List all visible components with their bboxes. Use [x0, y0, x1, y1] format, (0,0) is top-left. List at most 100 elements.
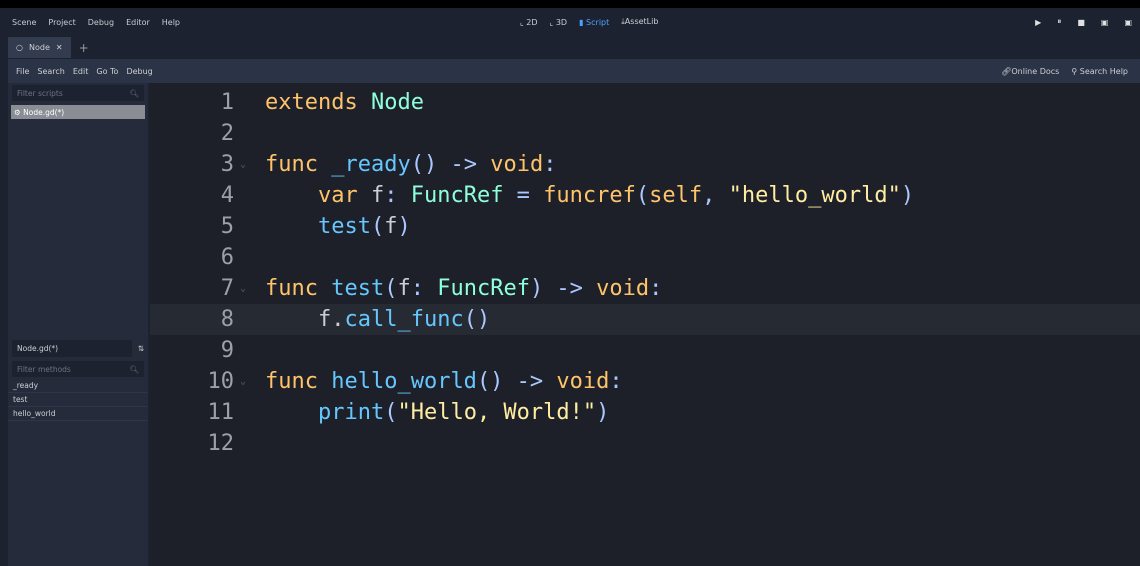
token: func	[265, 152, 332, 177]
workspace-script[interactable]: ▮ Script	[579, 18, 609, 27]
code-line[interactable]: 9	[150, 335, 1140, 366]
line-number: 4	[220, 183, 234, 208]
script-menu-file[interactable]: File	[16, 67, 29, 76]
menu-debug[interactable]: Debug	[88, 18, 114, 27]
token: )	[900, 183, 915, 208]
play-icon[interactable]: ▶	[1035, 18, 1041, 27]
play-scene-icon[interactable]: ▣	[1101, 18, 1109, 27]
token: var	[317, 183, 371, 208]
token: (	[370, 214, 385, 239]
code-editor[interactable]: 1 extends Node 2 3 ⌄ func _ready() -> void: 4 …	[150, 83, 1140, 566]
label: Node.gd(*)	[23, 107, 65, 117]
token: void	[556, 369, 610, 394]
token: )	[397, 214, 411, 239]
filter-methods-input[interactable]: Filter methods 🔍︎	[12, 361, 144, 377]
token: call_func	[344, 307, 464, 332]
token: f.	[265, 307, 345, 332]
code-line[interactable]: 11 print("Hello, World!")	[150, 397, 1140, 428]
code-line[interactable]: 5 test(f)	[150, 211, 1140, 242]
method-item[interactable]: test	[8, 393, 148, 407]
code-line[interactable]: 8 f.call_func()	[150, 304, 1140, 335]
code-line[interactable]: 2	[150, 118, 1140, 149]
script-menu-search[interactable]: Search	[37, 67, 64, 76]
code-line[interactable]: 12	[150, 428, 1140, 459]
token: ,	[702, 183, 729, 208]
menu-scene[interactable]: Scene	[12, 18, 36, 27]
pause-icon[interactable]: ⏸	[1057, 17, 1061, 27]
code-line[interactable]: 1 extends Node	[150, 87, 1140, 118]
line-number: 8	[220, 307, 234, 332]
code-text: func hello_world() -> void:	[265, 369, 623, 394]
online-docs-button[interactable]: 🔗︎Online Docs	[1001, 67, 1059, 76]
token: f	[384, 214, 398, 239]
token: test	[331, 276, 385, 301]
line-number: 1	[220, 90, 234, 115]
2d-icon: ⌞	[520, 17, 524, 27]
script-list-item[interactable]: ⚙ Node.gd(*)	[11, 105, 145, 119]
line-number: 3	[220, 152, 234, 177]
label: AssetLib	[624, 17, 659, 26]
token: "Hello, World!"	[397, 400, 597, 425]
token: func	[265, 276, 332, 301]
scene-tab-node[interactable]: ○ Node ✕	[8, 37, 71, 58]
code-text: var f: FuncRef = funcref(self, "hello_wo…	[265, 183, 914, 208]
search-help-button[interactable]: ⚲ Search Help	[1071, 67, 1128, 76]
label: Online Docs	[1011, 66, 1060, 76]
token: test	[317, 214, 371, 239]
token: )	[596, 400, 610, 425]
add-tab-icon[interactable]: +	[79, 41, 89, 55]
fold-icon[interactable]: ⌄	[234, 376, 265, 387]
token: ) ->	[529, 276, 597, 301]
code-line[interactable]: 3 ⌄ func _ready() -> void:	[150, 149, 1140, 180]
sort-icon[interactable]: ⇅	[138, 344, 144, 353]
token: ()	[463, 307, 491, 332]
close-icon[interactable]: ✕	[56, 43, 63, 52]
play-custom-scene-icon[interactable]: ▣	[1124, 18, 1132, 27]
token: extends	[265, 90, 371, 115]
workspace-2d[interactable]: ⌞ 2D	[520, 18, 538, 27]
code-text: test(f)	[265, 214, 411, 239]
fold-icon[interactable]: ⌄	[234, 283, 265, 294]
workspace-assetlib[interactable]: ⤓AssetLib	[621, 17, 658, 27]
stop-icon[interactable]: ■	[1077, 18, 1085, 27]
token: :	[609, 369, 623, 394]
node-icon: ○	[16, 43, 23, 52]
code-line[interactable]: 10 ⌄ func hello_world() -> void:	[150, 366, 1140, 397]
menu-help[interactable]: Help	[162, 18, 180, 27]
script-menu-edit[interactable]: Edit	[73, 67, 89, 76]
token: () ->	[410, 152, 491, 177]
line-number: 5	[220, 214, 234, 239]
filter-scripts-input[interactable]: Filter scripts 🔍︎	[12, 85, 144, 101]
code-text: func _ready() -> void:	[265, 152, 556, 177]
line-number: 2	[220, 121, 234, 146]
method-item[interactable]: _ready	[8, 379, 148, 393]
label: Script	[586, 17, 610, 27]
link-icon: 🔗︎	[1001, 66, 1012, 76]
method-item[interactable]: hello_world	[8, 407, 148, 421]
playback-controls: ▶ ⏸ ■ ▣ ▣	[1035, 8, 1132, 36]
token: funcref	[543, 183, 636, 208]
search-icon: 🔍︎	[129, 88, 139, 98]
fold-icon[interactable]: ⌄	[234, 159, 265, 170]
workspace-3d[interactable]: ⌞ 3D	[550, 18, 568, 27]
token: FuncRef	[437, 276, 530, 301]
menu-project[interactable]: Project	[48, 18, 75, 27]
script-menu-debug[interactable]: Debug	[126, 67, 152, 76]
code-line[interactable]: 6	[150, 242, 1140, 273]
token: hello_world	[331, 369, 477, 394]
token: :	[649, 276, 663, 301]
menu-editor[interactable]: Editor	[126, 18, 150, 27]
code-text: func test(f: FuncRef) -> void:	[265, 276, 662, 301]
code-line[interactable]: 7 ⌄ func test(f: FuncRef) -> void:	[150, 273, 1140, 304]
help-search-icon: ⚲	[1071, 66, 1078, 76]
code-line[interactable]: 4 var f: FuncRef = funcref(self, "hello_…	[150, 180, 1140, 211]
token: () ->	[476, 369, 557, 394]
label: Search Help	[1079, 66, 1128, 76]
script-menu-goto[interactable]: Go To	[96, 67, 118, 76]
token: :	[543, 152, 557, 177]
script-icon: ▮	[579, 17, 584, 27]
token: void	[490, 152, 544, 177]
tab-label: Node	[28, 43, 50, 52]
token: self	[649, 183, 703, 208]
